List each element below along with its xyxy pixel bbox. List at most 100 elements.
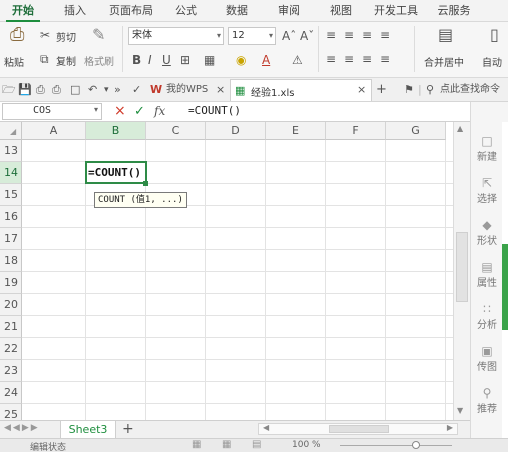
column-header-f[interactable]: F — [326, 122, 386, 140]
export-icon[interactable]: □ — [70, 83, 80, 97]
align-left-icon[interactable]: ≡ — [326, 52, 336, 66]
scroll-up-icon[interactable]: ▲ — [457, 124, 463, 133]
fill-color-icon[interactable]: ◉ — [236, 53, 246, 67]
merge-center-button[interactable]: 合并居中 — [424, 54, 464, 69]
column-header-b[interactable]: B — [86, 122, 146, 140]
undo-icon[interactable]: ↶ — [88, 83, 97, 97]
horizontal-scrollbar[interactable]: ◀ ▶ — [258, 423, 458, 435]
column-header-e[interactable]: E — [266, 122, 326, 140]
auto-wrap-icon[interactable]: ▯ — [490, 27, 499, 43]
align-right-icon[interactable]: ≡ — [362, 52, 372, 66]
cut-button[interactable]: 剪切 — [56, 29, 76, 44]
close-icon[interactable]: × — [357, 83, 366, 96]
font-name-select[interactable]: 宋体 ▾ — [128, 27, 224, 45]
active-cell-b14[interactable]: =COUNT() — [85, 161, 147, 184]
dropdown-icon[interactable]: ▾ — [104, 83, 109, 97]
print-icon[interactable]: ⎙ — [52, 83, 61, 97]
row-header-25[interactable]: 25 — [0, 404, 22, 420]
row-header-21[interactable]: 21 — [0, 316, 22, 338]
name-box[interactable]: COS ▾ — [2, 103, 102, 120]
tab-formulas[interactable]: 公式 — [170, 0, 202, 22]
page-break-view-icon[interactable]: ▤ — [252, 439, 261, 450]
pin-icon[interactable]: ⚑ — [404, 83, 414, 97]
tab-review[interactable]: 审阅 — [272, 0, 306, 22]
row-header-15[interactable]: 15 — [0, 184, 22, 206]
page-layout-view-icon[interactable]: ▦ — [222, 439, 231, 450]
panel-expand-handle[interactable] — [502, 244, 508, 330]
zoom-slider-thumb[interactable] — [412, 441, 420, 449]
insert-function-button[interactable]: fx — [154, 104, 165, 118]
align-middle-icon[interactable]: ≡ — [344, 28, 354, 42]
scroll-left-icon[interactable]: ◀ — [263, 423, 269, 432]
horizontal-scroll-thumb[interactable] — [329, 425, 389, 433]
paste-icon[interactable]: ⎙ — [10, 26, 24, 44]
italic-icon[interactable]: I — [148, 53, 152, 67]
font-color-icon[interactable]: A — [262, 53, 270, 67]
more-icon[interactable]: » — [114, 83, 121, 97]
my-wps-tab[interactable]: 我的WPS — [166, 83, 208, 97]
row-header-18[interactable]: 18 — [0, 250, 22, 272]
tab-data[interactable]: 数据 — [220, 0, 254, 22]
merge-center-icon[interactable]: ▤ — [438, 27, 453, 43]
align-center-icon[interactable]: ≡ — [344, 52, 354, 66]
wrap-indent-icon[interactable]: ≡ — [380, 28, 390, 42]
customize-icon[interactable]: ✓ — [132, 83, 141, 97]
side-new-button[interactable]: □ 新建 — [471, 134, 503, 163]
select-all-corner[interactable]: ◢ — [0, 122, 22, 140]
zoom-slider[interactable] — [340, 441, 452, 449]
sheet-nav-arrows-icon[interactable]: ◀◀▶▶ — [4, 423, 40, 433]
vertical-scrollbar[interactable]: ▲ ▼ — [453, 122, 470, 420]
row-header-13[interactable]: 13 — [0, 140, 22, 162]
tab-view[interactable]: 视图 — [324, 0, 358, 22]
fill-handle[interactable] — [143, 181, 148, 186]
row-header-16[interactable]: 16 — [0, 206, 22, 228]
row-header-14[interactable]: 14 — [0, 162, 22, 184]
sheet-tab-sheet3[interactable]: Sheet3 — [60, 421, 116, 439]
underline-icon[interactable]: U — [162, 53, 171, 67]
align-bottom-icon[interactable]: ≡ — [362, 28, 372, 42]
font-shrink-icon[interactable]: Aˇ — [300, 29, 314, 43]
row-header-19[interactable]: 19 — [0, 272, 22, 294]
tab-cloud[interactable]: 云服务 — [432, 0, 476, 22]
auto-wrap-button[interactable]: 自动 — [482, 54, 502, 69]
normal-view-icon[interactable]: ▦ — [192, 439, 201, 450]
merge-border-icon[interactable]: ▦ — [204, 53, 215, 67]
row-header-22[interactable]: 22 — [0, 338, 22, 360]
open-folder-icon[interactable]: 🗁 — [2, 83, 16, 97]
scroll-thumb[interactable] — [456, 232, 468, 302]
close-icon[interactable]: × — [216, 83, 225, 97]
column-header-g[interactable]: G — [386, 122, 446, 140]
tab-developer[interactable]: 开发工具 — [370, 0, 422, 22]
save-icon[interactable]: 💾 — [18, 83, 32, 97]
column-header-c[interactable]: C — [146, 122, 206, 140]
align-top-icon[interactable]: ≡ — [326, 28, 336, 42]
cancel-icon[interactable]: × — [114, 103, 126, 119]
side-upload-image-button[interactable]: ▣ 传图 — [471, 344, 503, 373]
scroll-down-icon[interactable]: ▼ — [457, 406, 463, 415]
copy-button[interactable]: 复制 — [56, 53, 76, 68]
clear-format-icon[interactable]: ⚠ — [292, 53, 303, 67]
tab-home[interactable]: 开始 — [6, 0, 40, 22]
row-header-23[interactable]: 23 — [0, 360, 22, 382]
side-select-button[interactable]: ⇱ 选择 — [471, 176, 503, 205]
font-size-select[interactable]: 12 ▾ — [228, 27, 276, 45]
print-preview-icon[interactable]: ⎙ — [36, 83, 45, 97]
justify-icon[interactable]: ≡ — [380, 52, 390, 66]
column-header-d[interactable]: D — [206, 122, 266, 140]
zoom-level[interactable]: 100 % — [292, 440, 321, 450]
border-icon[interactable]: ⊞ — [180, 53, 190, 67]
row-header-20[interactable]: 20 — [0, 294, 22, 316]
side-shape-button[interactable]: ◆ 形状 — [471, 218, 503, 247]
font-grow-icon[interactable]: Aˆ — [282, 29, 296, 43]
scroll-right-icon[interactable]: ▶ — [447, 423, 453, 432]
column-header-a[interactable]: A — [22, 122, 86, 140]
document-tab[interactable]: ▦ 经验1.xls × — [230, 79, 372, 101]
new-tab-icon[interactable]: + — [376, 83, 387, 97]
tab-insert[interactable]: 插入 — [58, 0, 92, 22]
side-property-button[interactable]: ▤ 属性 — [471, 260, 503, 289]
formula-input[interactable]: =COUNT() — [188, 104, 241, 117]
paste-button[interactable]: 粘贴 — [4, 54, 24, 69]
row-header-24[interactable]: 24 — [0, 382, 22, 404]
side-recommend-button[interactable]: ⚲ 推荐 — [471, 386, 503, 415]
row-header-17[interactable]: 17 — [0, 228, 22, 250]
